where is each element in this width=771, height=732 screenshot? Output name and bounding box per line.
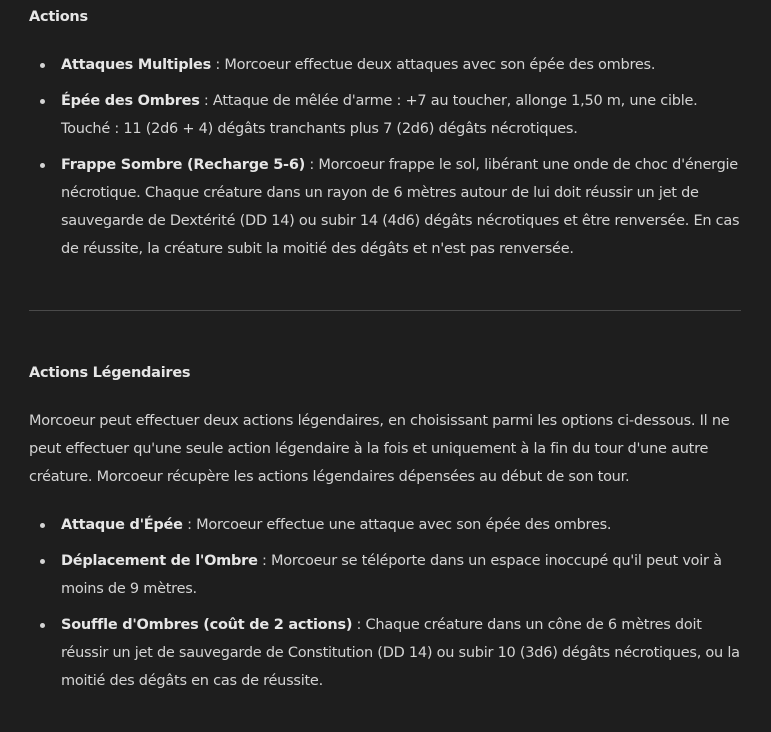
item-name: Déplacement de l'Ombre (61, 553, 258, 569)
item-name: Frappe Sombre (Recharge 5-6) (61, 157, 306, 173)
list-item: Attaque d'Épée : Morcoeur effectue une a… (29, 511, 741, 539)
legendary-intro: Morcoeur peut effectuer deux actions lég… (29, 413, 730, 485)
item-name: Épée des Ombres (61, 93, 200, 109)
item-name: Souffle d'Ombres (coût de 2 actions) (61, 617, 353, 633)
list-item: Attaques Multiples : Morcoeur effectue d… (29, 51, 741, 79)
list-item: Frappe Sombre (Recharge 5-6) : Morcoeur … (29, 151, 741, 263)
actions-list: Attaques Multiples : Morcoeur effectue d… (29, 51, 741, 263)
section-divider (29, 310, 741, 311)
document-page: Actions Attaques Multiples : Morcoeur ef… (0, 0, 771, 732)
item-name: Attaque d'Épée (61, 517, 183, 533)
list-item: Souffle d'Ombres (coût de 2 actions) : C… (29, 611, 741, 695)
actions-heading: Actions (29, 9, 88, 25)
list-item: Épée des Ombres : Attaque de mêlée d'arm… (29, 87, 741, 143)
legendary-heading: Actions Légendaires (29, 365, 191, 381)
item-text: : Morcoeur effectue une attaque avec son… (182, 517, 612, 533)
list-item: Déplacement de l'Ombre : Morcoeur se tél… (29, 547, 741, 603)
item-text: : Morcoeur effectue deux attaques avec s… (211, 57, 656, 73)
legendary-list: Attaque d'Épée : Morcoeur effectue une a… (29, 511, 741, 695)
item-name: Attaques Multiples (61, 57, 212, 73)
